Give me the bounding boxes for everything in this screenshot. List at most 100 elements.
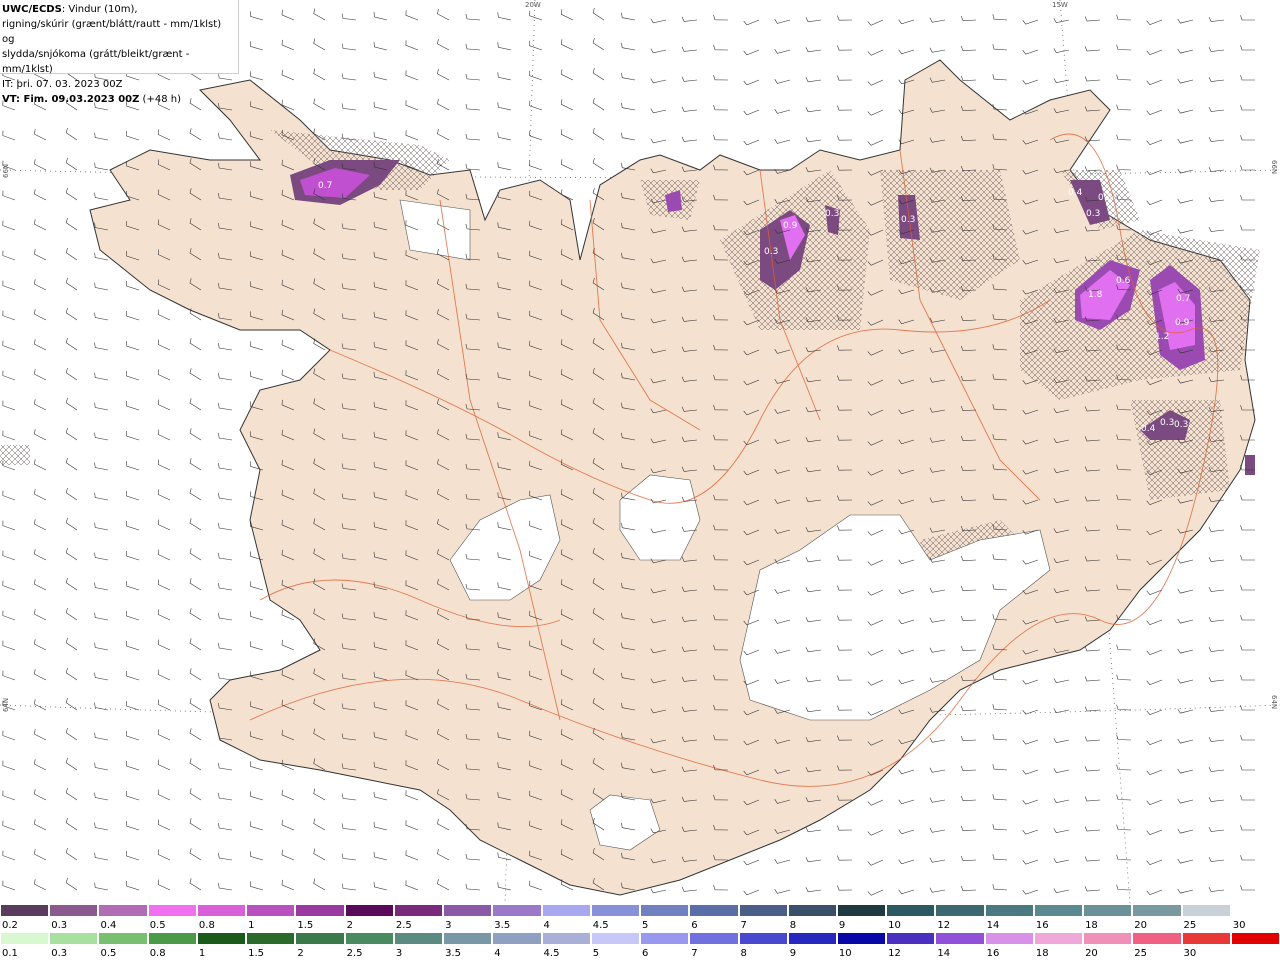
precip-label: 0.4 xyxy=(1141,424,1156,434)
snow-scale-label: 1.5 xyxy=(297,920,314,931)
snow-scale-label: 3.5 xyxy=(494,920,511,931)
precip-label: 0.3 xyxy=(825,209,839,219)
snow-swatch xyxy=(541,904,591,917)
precip-label: 1.2 xyxy=(1155,332,1169,342)
rain-swatch xyxy=(1181,932,1231,945)
snow-scale-label: 4.5 xyxy=(592,920,609,931)
rain-swatch xyxy=(147,932,197,945)
precip-label: 0.9 xyxy=(783,221,798,231)
title-line-1: UWC/ECDS: Vindur (10m), xyxy=(2,4,138,15)
rain-scale-labels: 0.1 0.3 0.5 0.8 1 1.5 2 2.5 3 3.5 4 4.5 5 6 7 8 9 10 12 14 1… xyxy=(0,948,1280,960)
precip-label: 0.7 xyxy=(318,181,332,191)
rain-swatch xyxy=(590,932,641,945)
rain-swatch xyxy=(0,932,50,945)
snow-swatch xyxy=(492,904,542,917)
model-name: UWC/ECDS xyxy=(2,4,62,15)
rain-scale-label: 25 xyxy=(1134,948,1148,959)
lat-label-64n-right: 64N xyxy=(1270,695,1278,709)
map-title-box: UWC/ECDS: Vindur (10m), rigning/skúrir (… xyxy=(0,0,239,105)
snow-swatch xyxy=(443,904,493,917)
snow-swatch xyxy=(1230,904,1280,917)
lat-label-66n-right: 66N xyxy=(1270,160,1278,174)
snow-swatch xyxy=(640,904,690,917)
rain-swatch xyxy=(1230,932,1280,945)
snow-swatch xyxy=(147,904,197,917)
rain-scale-label: 2 xyxy=(297,948,304,959)
snow-swatch xyxy=(246,904,296,917)
rain-swatch xyxy=(1083,932,1133,945)
snow-scale-label: 3 xyxy=(445,920,452,931)
rain-swatch xyxy=(393,932,444,945)
snow-swatch xyxy=(935,904,985,917)
snow-swatch xyxy=(738,904,788,917)
snow-scale-label: 8 xyxy=(789,920,797,931)
snow-swatch xyxy=(393,904,444,917)
snow-swatch xyxy=(689,904,739,917)
snow-swatch xyxy=(886,904,936,917)
snow-scale-label: 25 xyxy=(1183,920,1197,931)
precip-label: 0.6 xyxy=(1116,276,1131,286)
snow-swatch xyxy=(787,904,837,917)
rain-scale-label: 8 xyxy=(740,948,747,959)
rain-scale-label: 2.5 xyxy=(346,948,363,959)
rain-scale-label: 4 xyxy=(494,948,501,959)
rain-scale-label: 16 xyxy=(986,948,1000,959)
snow-color-bar xyxy=(0,904,1280,919)
snow-scale-label: 2.5 xyxy=(395,920,412,931)
snow-scale-label: 18 xyxy=(1085,920,1098,931)
rain-swatch xyxy=(492,932,542,945)
rain-scale-label: 1 xyxy=(198,948,206,959)
rain-swatch xyxy=(49,932,99,945)
rain-scale-label: 20 xyxy=(1085,948,1098,959)
rain-scale-label: 0.5 xyxy=(100,948,117,959)
precip-label: 0.3 xyxy=(1174,420,1188,430)
precip-label: 0.7 xyxy=(1176,294,1190,304)
rain-scale-label: 7 xyxy=(691,948,698,959)
rain-scale-label: 6 xyxy=(642,948,649,959)
snow-scale-label: 0.4 xyxy=(100,920,117,931)
precip-label: 0.3 xyxy=(1098,193,1112,203)
rain-scale-label: 5 xyxy=(592,948,600,959)
snow-scale-label: 1 xyxy=(248,920,255,931)
snow-scale-label: 2 xyxy=(346,920,353,931)
rain-scale-label: 4.5 xyxy=(543,948,560,959)
snow-swatch xyxy=(590,904,641,917)
snow-swatch xyxy=(344,904,394,917)
snow-swatch xyxy=(49,904,99,917)
snow-scale-labels: 0.2 0.3 0.4 0.5 0.8 1 1.5 2 2.5 3 3.5 4 4.5 5 6 7 8 9 10 12… xyxy=(0,920,1280,932)
rain-swatch xyxy=(689,932,739,945)
precip-label: 0.3 xyxy=(1086,209,1100,219)
rain-swatch xyxy=(984,932,1034,945)
rain-swatch xyxy=(738,932,788,945)
snow-scale-label: 10 xyxy=(888,920,901,931)
rain-swatch xyxy=(886,932,936,945)
snow-swatch xyxy=(98,904,148,917)
snow-scale-label: 5 xyxy=(642,920,649,931)
snow-scale-label: 30 xyxy=(1232,920,1246,931)
rain-swatch xyxy=(246,932,296,945)
lon-label-20w: 20W xyxy=(525,1,541,9)
snow-swatch xyxy=(1181,904,1231,917)
snow-scale-label: 0.8 xyxy=(198,920,215,931)
init-time: IT: þri. 07. 03. 2023 00Z xyxy=(2,79,123,90)
snow-scale-label: 6 xyxy=(691,920,698,931)
rain-swatch xyxy=(196,932,247,945)
snow-scale-label: 14 xyxy=(986,920,1000,931)
title-line-2: rigning/skúrir (grænt/blátt/rautt - mm/1… xyxy=(2,19,222,45)
rain-swatch xyxy=(295,932,345,945)
snow-scale-label: 20 xyxy=(1134,920,1148,931)
snow-swatch xyxy=(1132,904,1182,917)
rain-scale-label: 0.8 xyxy=(149,948,166,959)
precip-label: 0.3 xyxy=(764,247,778,257)
snow-swatch xyxy=(984,904,1034,917)
precip-label: 0.9 xyxy=(1175,318,1190,328)
rain-swatch xyxy=(98,932,148,945)
snow-swatch xyxy=(196,904,247,917)
snow-swatch xyxy=(0,904,50,917)
lat-label-66n-left: 66N xyxy=(2,164,10,178)
title-line-3: slydda/snjókoma (grátt/bleikt/grænt - mm… xyxy=(2,49,190,75)
rain-scale-label: 0.3 xyxy=(51,948,68,959)
rain-swatch xyxy=(443,932,493,945)
snow-scale-label: 4 xyxy=(543,920,550,931)
snow-scale-label: 0.2 xyxy=(2,920,18,931)
